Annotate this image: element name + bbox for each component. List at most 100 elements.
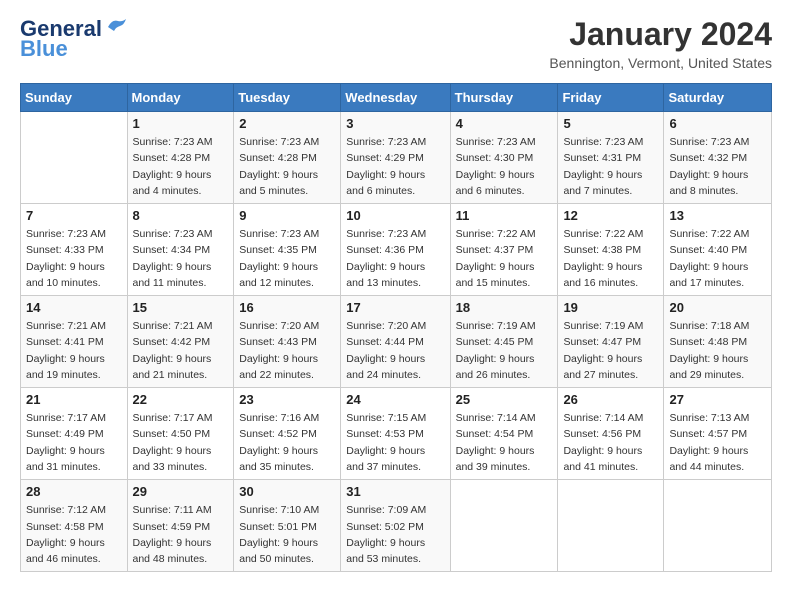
day-number: 4 bbox=[456, 116, 553, 131]
day-info: Sunrise: 7:21 AMSunset: 4:42 PMDaylight:… bbox=[133, 318, 229, 383]
calendar-cell: 15Sunrise: 7:21 AMSunset: 4:42 PMDayligh… bbox=[127, 296, 234, 388]
day-number: 13 bbox=[669, 208, 766, 223]
day-number: 7 bbox=[26, 208, 122, 223]
day-info: Sunrise: 7:18 AMSunset: 4:48 PMDaylight:… bbox=[669, 318, 766, 383]
calendar-cell bbox=[21, 112, 128, 204]
logo-blue: Blue bbox=[20, 36, 68, 62]
day-number: 8 bbox=[133, 208, 229, 223]
calendar-cell: 4 Sunrise: 7:23 AMSunset: 4:30 PMDaylight… bbox=[450, 112, 558, 204]
header-day-sunday: Sunday bbox=[21, 84, 128, 112]
title-area: January 2024 Bennington, Vermont, United… bbox=[549, 16, 772, 71]
calendar-cell: 19 Sunrise: 7:19 AMSunset: 4:47 PMDayligh… bbox=[558, 296, 664, 388]
day-info: Sunrise: 7:21 AMSunset: 4:41 PMDaylight:… bbox=[26, 318, 122, 383]
calendar-cell: 3 Sunrise: 7:23 AMSunset: 4:29 PMDaylight… bbox=[341, 112, 450, 204]
header-day-friday: Friday bbox=[558, 84, 664, 112]
day-info: Sunrise: 7:23 AMSunset: 4:36 PMDaylight:… bbox=[346, 226, 444, 291]
calendar-cell: 2 Sunrise: 7:23 AMSunset: 4:28 PMDaylight… bbox=[234, 112, 341, 204]
week-row-3: 14 Sunrise: 7:21 AMSunset: 4:41 PMDayligh… bbox=[21, 296, 772, 388]
day-number: 29 bbox=[133, 484, 229, 499]
calendar-cell: 21Sunrise: 7:17 AMSunset: 4:49 PMDayligh… bbox=[21, 388, 128, 480]
day-number: 2 bbox=[239, 116, 335, 131]
calendar-cell: 23Sunrise: 7:16 AMSunset: 4:52 PMDayligh… bbox=[234, 388, 341, 480]
calendar-cell: 17 Sunrise: 7:20 AMSunset: 4:44 PMDayligh… bbox=[341, 296, 450, 388]
day-info: Sunrise: 7:23 AMSunset: 4:28 PMDaylight:… bbox=[133, 134, 229, 199]
day-info: Sunrise: 7:19 AMSunset: 4:47 PMDaylight:… bbox=[563, 318, 658, 383]
day-number: 14 bbox=[26, 300, 122, 315]
header-day-wednesday: Wednesday bbox=[341, 84, 450, 112]
day-number: 26 bbox=[563, 392, 658, 407]
day-info: Sunrise: 7:11 AMSunset: 4:59 PMDaylight:… bbox=[133, 502, 229, 567]
day-number: 3 bbox=[346, 116, 444, 131]
day-info: Sunrise: 7:20 AMSunset: 4:44 PMDaylight:… bbox=[346, 318, 444, 383]
day-info: Sunrise: 7:23 AMSunset: 4:30 PMDaylight:… bbox=[456, 134, 553, 199]
week-row-2: 7 Sunrise: 7:23 AMSunset: 4:33 PMDaylight… bbox=[21, 204, 772, 296]
calendar-cell: 27Sunrise: 7:13 AMSunset: 4:57 PMDayligh… bbox=[664, 388, 772, 480]
day-info: Sunrise: 7:23 AMSunset: 4:32 PMDaylight:… bbox=[669, 134, 766, 199]
calendar-cell bbox=[450, 480, 558, 572]
day-number: 18 bbox=[456, 300, 553, 315]
day-number: 1 bbox=[133, 116, 229, 131]
calendar-cell: 25Sunrise: 7:14 AMSunset: 4:54 PMDayligh… bbox=[450, 388, 558, 480]
day-info: Sunrise: 7:13 AMSunset: 4:57 PMDaylight:… bbox=[669, 410, 766, 475]
week-row-4: 21Sunrise: 7:17 AMSunset: 4:49 PMDayligh… bbox=[21, 388, 772, 480]
day-info: Sunrise: 7:16 AMSunset: 4:52 PMDaylight:… bbox=[239, 410, 335, 475]
day-info: Sunrise: 7:23 AMSunset: 4:28 PMDaylight:… bbox=[239, 134, 335, 199]
calendar-cell: 24 Sunrise: 7:15 AMSunset: 4:53 PMDayligh… bbox=[341, 388, 450, 480]
day-info: Sunrise: 7:23 AMSunset: 4:31 PMDaylight:… bbox=[563, 134, 658, 199]
calendar-cell: 30Sunrise: 7:10 AMSunset: 5:01 PMDayligh… bbox=[234, 480, 341, 572]
calendar-cell: 1 Sunrise: 7:23 AMSunset: 4:28 PMDaylight… bbox=[127, 112, 234, 204]
day-number: 16 bbox=[239, 300, 335, 315]
day-info: Sunrise: 7:23 AMSunset: 4:35 PMDaylight:… bbox=[239, 226, 335, 291]
calendar-cell: 31 Sunrise: 7:09 AMSunset: 5:02 PMDayligh… bbox=[341, 480, 450, 572]
calendar-cell: 28 Sunrise: 7:12 AMSunset: 4:58 PMDayligh… bbox=[21, 480, 128, 572]
day-info: Sunrise: 7:22 AMSunset: 4:37 PMDaylight:… bbox=[456, 226, 553, 291]
day-info: Sunrise: 7:23 AMSunset: 4:29 PMDaylight:… bbox=[346, 134, 444, 199]
day-number: 10 bbox=[346, 208, 444, 223]
day-number: 9 bbox=[239, 208, 335, 223]
location: Bennington, Vermont, United States bbox=[549, 55, 772, 71]
page-header: General Blue January 2024 Bennington, Ve… bbox=[20, 16, 772, 71]
header-row: SundayMondayTuesdayWednesdayThursdayFrid… bbox=[21, 84, 772, 112]
calendar-cell: 16 Sunrise: 7:20 AMSunset: 4:43 PMDayligh… bbox=[234, 296, 341, 388]
day-number: 30 bbox=[239, 484, 335, 499]
week-row-1: 1 Sunrise: 7:23 AMSunset: 4:28 PMDaylight… bbox=[21, 112, 772, 204]
calendar-cell: 26 Sunrise: 7:14 AMSunset: 4:56 PMDayligh… bbox=[558, 388, 664, 480]
day-number: 28 bbox=[26, 484, 122, 499]
calendar-cell: 7 Sunrise: 7:23 AMSunset: 4:33 PMDaylight… bbox=[21, 204, 128, 296]
day-number: 24 bbox=[346, 392, 444, 407]
day-info: Sunrise: 7:22 AMSunset: 4:38 PMDaylight:… bbox=[563, 226, 658, 291]
day-number: 19 bbox=[563, 300, 658, 315]
day-number: 17 bbox=[346, 300, 444, 315]
logo: General Blue bbox=[20, 16, 128, 62]
day-info: Sunrise: 7:23 AMSunset: 4:33 PMDaylight:… bbox=[26, 226, 122, 291]
calendar-cell: 22Sunrise: 7:17 AMSunset: 4:50 PMDayligh… bbox=[127, 388, 234, 480]
day-info: Sunrise: 7:22 AMSunset: 4:40 PMDaylight:… bbox=[669, 226, 766, 291]
day-info: Sunrise: 7:23 AMSunset: 4:34 PMDaylight:… bbox=[133, 226, 229, 291]
day-number: 22 bbox=[133, 392, 229, 407]
header-day-saturday: Saturday bbox=[664, 84, 772, 112]
calendar-cell bbox=[664, 480, 772, 572]
day-number: 20 bbox=[669, 300, 766, 315]
day-info: Sunrise: 7:09 AMSunset: 5:02 PMDaylight:… bbox=[346, 502, 444, 567]
month-title: January 2024 bbox=[549, 16, 772, 53]
calendar-cell bbox=[558, 480, 664, 572]
calendar-cell: 13 Sunrise: 7:22 AMSunset: 4:40 PMDayligh… bbox=[664, 204, 772, 296]
day-number: 11 bbox=[456, 208, 553, 223]
day-info: Sunrise: 7:15 AMSunset: 4:53 PMDaylight:… bbox=[346, 410, 444, 475]
day-number: 6 bbox=[669, 116, 766, 131]
day-info: Sunrise: 7:20 AMSunset: 4:43 PMDaylight:… bbox=[239, 318, 335, 383]
calendar-table: SundayMondayTuesdayWednesdayThursdayFrid… bbox=[20, 83, 772, 572]
header-day-monday: Monday bbox=[127, 84, 234, 112]
calendar-cell: 11 Sunrise: 7:22 AMSunset: 4:37 PMDayligh… bbox=[450, 204, 558, 296]
week-row-5: 28 Sunrise: 7:12 AMSunset: 4:58 PMDayligh… bbox=[21, 480, 772, 572]
day-info: Sunrise: 7:14 AMSunset: 4:54 PMDaylight:… bbox=[456, 410, 553, 475]
calendar-cell: 6 Sunrise: 7:23 AMSunset: 4:32 PMDaylight… bbox=[664, 112, 772, 204]
day-info: Sunrise: 7:14 AMSunset: 4:56 PMDaylight:… bbox=[563, 410, 658, 475]
day-info: Sunrise: 7:12 AMSunset: 4:58 PMDaylight:… bbox=[26, 502, 122, 567]
header-day-thursday: Thursday bbox=[450, 84, 558, 112]
day-number: 12 bbox=[563, 208, 658, 223]
day-number: 21 bbox=[26, 392, 122, 407]
logo-bird-icon bbox=[106, 17, 128, 37]
calendar-cell: 14 Sunrise: 7:21 AMSunset: 4:41 PMDayligh… bbox=[21, 296, 128, 388]
day-number: 31 bbox=[346, 484, 444, 499]
